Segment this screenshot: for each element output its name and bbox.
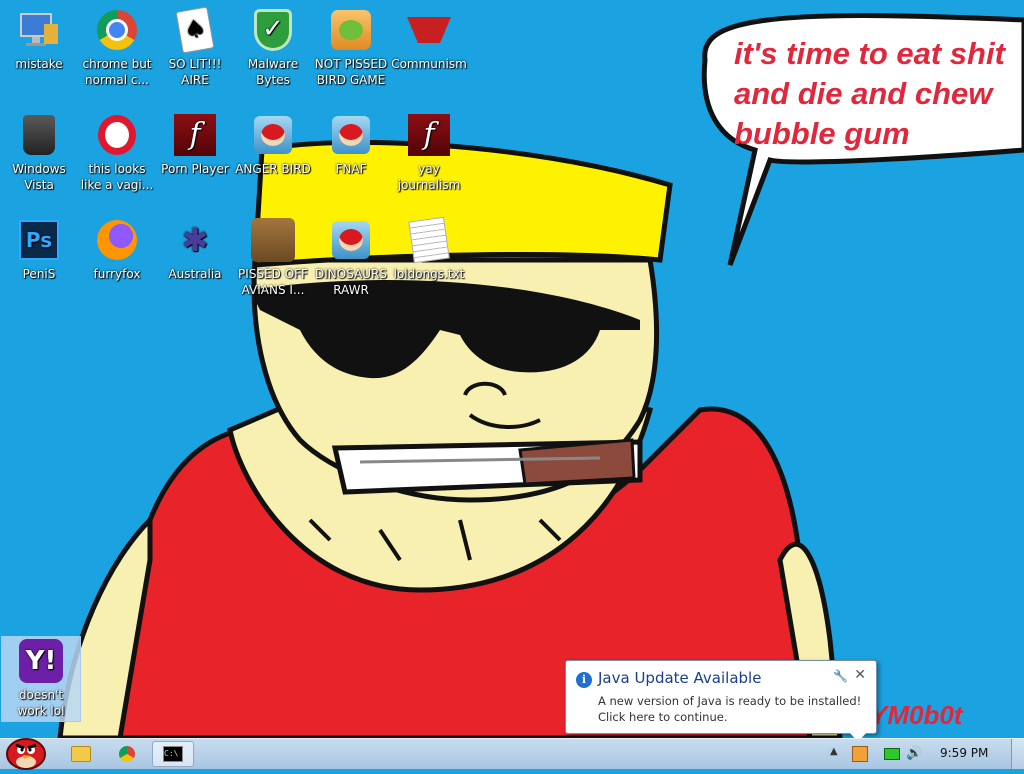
bad-piggies-icon — [329, 8, 373, 52]
folder-icon — [71, 746, 91, 762]
options-icon[interactable]: 🔧 — [833, 669, 848, 683]
icon-label: FNAF — [335, 162, 367, 176]
notification-message[interactable]: A new version of Java is ready to be ins… — [598, 693, 870, 725]
text-file-icon — [407, 216, 451, 264]
flash-player-icon: f — [407, 113, 451, 157]
desktop-icon-mistake[interactable]: mistake — [0, 6, 78, 72]
desktop-icon-photoshop[interactable]: Ps PeniS — [0, 216, 78, 282]
desktop-icon-malwarebytes[interactable]: ✓ Malware Bytes — [234, 6, 312, 88]
show-desktop-button[interactable] — [1011, 739, 1024, 769]
java-update-tray-icon[interactable] — [852, 746, 868, 762]
angry-bird-start-icon — [6, 738, 46, 770]
communism-icon — [407, 8, 451, 52]
volume-icon[interactable]: 🔊 — [906, 746, 922, 762]
desktop-icon-yay-journalism[interactable]: f yay journalism — [390, 111, 468, 193]
desktop-icon-opera[interactable]: this looks like a vagi... — [78, 111, 156, 193]
icon-label: NOT PISSED BIRD GAME — [314, 57, 388, 87]
solitaire-icon: ♠ — [173, 6, 217, 54]
malwarebytes-icon: ✓ — [251, 8, 295, 52]
desktop-icon-solitaire[interactable]: ♠ SO LIT!!! AIRE — [156, 6, 234, 88]
icon-label: Malware Bytes — [247, 57, 299, 87]
taskbar-cmd-button[interactable]: C:\ — [152, 741, 194, 767]
taskbar: C:\ ▲ 🔊 9:59 PM — [0, 738, 1024, 770]
icon-label: chrome but normal c... — [82, 57, 152, 87]
icon-label: yay journalism — [397, 162, 461, 192]
flash-player-icon: f — [173, 113, 217, 157]
desktop-icon-communism[interactable]: Communism — [390, 6, 468, 72]
cmd-icon: C:\ — [163, 746, 183, 762]
notification-title[interactable]: Java Update Available — [598, 669, 761, 687]
angry-birds-seasons-icon — [251, 218, 295, 262]
start-button[interactable] — [2, 730, 50, 770]
chrome-icon — [95, 8, 139, 52]
desktop-icon-firefox[interactable]: furryfox — [78, 216, 156, 282]
computer-icon — [17, 8, 61, 52]
icon-label: SO LIT!!! AIRE — [168, 57, 222, 87]
icon-label: loldongs.txt — [393, 267, 465, 281]
desktop-icon-spider-solitaire[interactable]: ✱ Australia — [156, 216, 234, 282]
chrome-icon — [119, 746, 135, 762]
notification-message-line2: Click here to continue. — [598, 710, 728, 724]
photoshop-icon: Ps — [17, 218, 61, 262]
icon-label: furryfox — [93, 267, 141, 281]
desktop-icon-fnaf[interactable]: FNAF — [312, 111, 390, 177]
angry-birds-icon — [251, 113, 295, 157]
icon-label: PeniS — [22, 267, 56, 281]
yahoo-messenger-icon: Y! — [19, 639, 63, 683]
network-icon[interactable] — [884, 748, 900, 760]
desktop-icon-flash-player[interactable]: f Porn Player — [156, 111, 234, 177]
icon-label: ANGER BIRD — [235, 162, 311, 176]
icon-label: Windows Vista — [12, 162, 66, 192]
angry-birds-icon — [329, 113, 373, 157]
clock[interactable]: 9:59 PM — [940, 746, 988, 760]
desktop-icon-recycle-bin[interactable]: Windows Vista — [0, 111, 78, 193]
icon-label: DINOSAURS RAWR — [315, 267, 387, 297]
icon-label: this looks like a vagi... — [80, 162, 154, 192]
spider-solitaire-icon: ✱ — [181, 221, 209, 259]
firefox-icon — [95, 218, 139, 262]
desktop-icon-yahoo-messenger[interactable]: Y! doesn't work lol — [1, 636, 81, 722]
taskbar-chrome-button[interactable] — [108, 741, 146, 767]
icon-label: Porn Player — [161, 162, 229, 176]
speech-line-1: it's time to eat shit — [734, 36, 1005, 71]
opera-icon — [95, 113, 139, 157]
taskbar-explorer-button[interactable] — [62, 741, 100, 767]
speech-line-2: and die and chew — [734, 76, 993, 111]
show-hidden-icons-button[interactable]: ▲ — [830, 746, 838, 757]
speech-line-3: bubble gum — [734, 116, 910, 151]
speech-bubble-text: it's time to eat shit and die and chew b… — [734, 34, 1024, 154]
desktop-icon-angry-birds-seasons[interactable]: PISSED OFF AVIANS I... — [234, 216, 312, 298]
desktop-icon-chrome[interactable]: chrome but normal c... — [78, 6, 156, 88]
icon-label: PISSED OFF AVIANS I... — [238, 267, 308, 297]
icon-label: Communism — [391, 57, 467, 71]
close-icon[interactable]: ✕ — [854, 667, 866, 683]
desktop-icon-anger-bird[interactable]: ANGER BIRD — [234, 111, 312, 177]
desktop-icon-loldongs-txt[interactable]: loldongs.txt — [390, 216, 468, 282]
icon-label: mistake — [15, 57, 63, 71]
info-icon: i — [576, 672, 592, 688]
recycle-bin-icon — [17, 113, 61, 157]
desktop-icon-dinosaurs[interactable]: DINOSAURS RAWR — [312, 216, 390, 298]
java-update-notification[interactable]: i Java Update Available A new version of… — [565, 660, 877, 742]
icon-label: Australia — [168, 267, 222, 281]
notification-message-line1: A new version of Java is ready to be ins… — [598, 694, 862, 708]
desktop-icon-bad-piggies[interactable]: NOT PISSED BIRD GAME — [312, 6, 390, 88]
icon-label: doesn't work lol — [17, 688, 65, 718]
angry-birds-icon — [329, 218, 373, 262]
artist-signature: YM0b0t — [870, 700, 963, 730]
